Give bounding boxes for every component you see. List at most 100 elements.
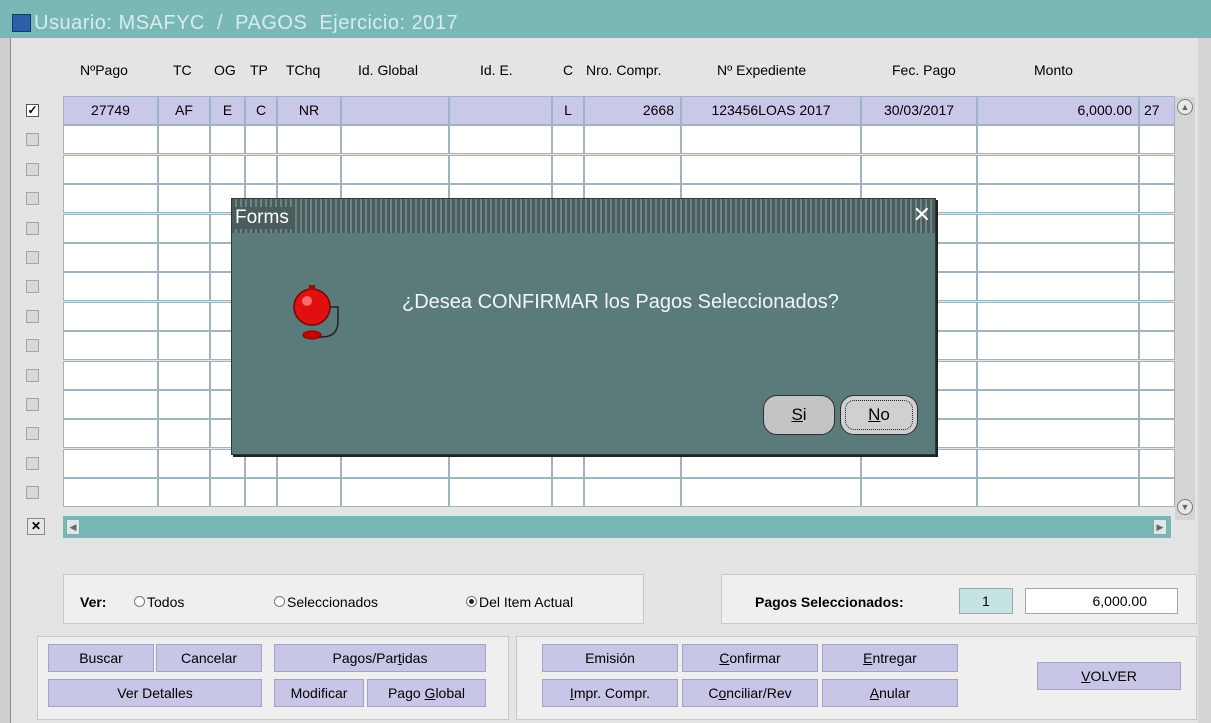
table-cell[interactable] [977,302,1139,331]
table-cell[interactable] [449,478,552,507]
table-cell[interactable] [158,449,210,478]
table-cell[interactable] [63,272,158,301]
cell-monto[interactable]: 6,000.00 [977,96,1139,125]
table-cell[interactable] [1139,331,1175,360]
cancelar-button[interactable]: Cancelar [156,644,262,672]
confirmar-button[interactable]: Confirmar [682,644,818,672]
table-cell[interactable] [552,125,584,154]
table-cell[interactable] [1139,302,1175,331]
row-select-checkbox[interactable] [26,133,39,146]
table-cell[interactable] [63,184,158,213]
table-cell[interactable] [341,478,449,507]
table-cell[interactable] [861,155,977,184]
table-cell[interactable] [449,125,552,154]
table-cell[interactable] [552,155,584,184]
table-cell[interactable] [158,419,210,448]
table-cell[interactable] [977,125,1139,154]
table-cell[interactable] [245,125,277,154]
table-cell[interactable] [63,361,158,390]
cell-expediente[interactable]: 123456LOAS 2017 [681,96,861,125]
table-cell[interactable] [681,155,861,184]
table-cell[interactable] [245,478,277,507]
table-cell[interactable] [63,390,158,419]
table-cell[interactable] [1139,125,1175,154]
radio-seleccionados[interactable] [274,596,285,607]
close-icon[interactable]: ✕ [913,204,931,226]
cell-tp[interactable]: C [245,96,277,125]
vertical-scrollbar[interactable]: ▲ ▼ [1175,97,1195,520]
table-cell[interactable] [681,478,861,507]
table-cell[interactable] [158,184,210,213]
table-cell[interactable] [341,125,449,154]
no-button[interactable]: No [840,395,918,435]
table-cell[interactable] [63,449,158,478]
table-cell[interactable] [158,361,210,390]
table-cell[interactable] [1139,184,1175,213]
table-cell[interactable] [158,214,210,243]
cell-idglobal[interactable] [341,96,449,125]
table-cell[interactable] [63,331,158,360]
row-select-checkbox[interactable]: ✓ [26,104,39,117]
row-select-checkbox[interactable] [26,398,39,411]
table-cell[interactable] [63,155,158,184]
row-select-checkbox[interactable] [26,192,39,205]
table-cell[interactable] [861,478,977,507]
table-cell[interactable] [341,155,449,184]
cell-og[interactable]: E [210,96,245,125]
modificar-button[interactable]: Modificar [274,679,364,707]
table-cell[interactable] [584,125,681,154]
pago-global-button[interactable]: Pago Global [367,679,486,707]
scroll-left-icon[interactable]: ◀ [66,519,80,535]
row-select-checkbox[interactable] [26,222,39,235]
buscar-button[interactable]: Buscar [48,644,154,672]
table-cell[interactable] [977,478,1139,507]
table-cell[interactable] [1139,361,1175,390]
table-cell[interactable] [158,390,210,419]
table-cell[interactable] [158,243,210,272]
table-cell[interactable] [552,478,584,507]
table-cell[interactable] [63,214,158,243]
anular-button[interactable]: Anular [822,679,958,707]
cell-nrocompr[interactable]: 2668 [584,96,681,125]
conciliar-rev-button[interactable]: Conciliar/Rev [682,679,818,707]
row-select-checkbox[interactable] [26,310,39,323]
radio-todos[interactable] [134,596,145,607]
scroll-right-icon[interactable]: ▶ [1153,519,1167,535]
cell-extra[interactable]: 27 [1139,96,1175,125]
cell-c[interactable]: L [552,96,584,125]
table-cell[interactable] [158,272,210,301]
cell-npago[interactable]: 27749 [63,96,158,125]
table-cell[interactable] [277,478,341,507]
table-cell[interactable] [861,125,977,154]
table-cell[interactable] [681,125,861,154]
table-cell[interactable] [210,155,245,184]
table-cell[interactable] [1139,214,1175,243]
row-select-checkbox[interactable] [26,486,39,499]
cell-tc[interactable]: AF [158,96,210,125]
table-cell[interactable] [1139,449,1175,478]
row-select-checkbox[interactable] [26,280,39,293]
volver-button[interactable]: VOLVER [1037,662,1181,690]
table-cell[interactable] [158,155,210,184]
table-cell[interactable] [584,478,681,507]
table-cell[interactable] [277,125,341,154]
table-cell[interactable] [977,184,1139,213]
table-cell[interactable] [977,390,1139,419]
row-select-checkbox[interactable] [26,369,39,382]
row-select-checkbox[interactable] [26,251,39,264]
table-cell[interactable] [977,419,1139,448]
clear-selection-icon[interactable]: ✕ [27,518,45,535]
table-cell[interactable] [449,155,552,184]
table-cell[interactable] [158,478,210,507]
row-select-checkbox[interactable] [26,427,39,440]
cell-fecpago[interactable]: 30/03/2017 [861,96,977,125]
row-select-checkbox[interactable] [26,457,39,470]
table-cell[interactable] [277,155,341,184]
horizontal-scrollbar[interactable]: ◀ ▶ [63,516,1171,538]
table-cell[interactable] [158,302,210,331]
ver-detalles-button[interactable]: Ver Detalles [48,679,262,707]
entregar-button[interactable]: Entregar [822,644,958,672]
scroll-up-icon[interactable]: ▲ [1177,99,1193,115]
table-cell[interactable] [63,419,158,448]
table-cell[interactable] [1139,478,1175,507]
